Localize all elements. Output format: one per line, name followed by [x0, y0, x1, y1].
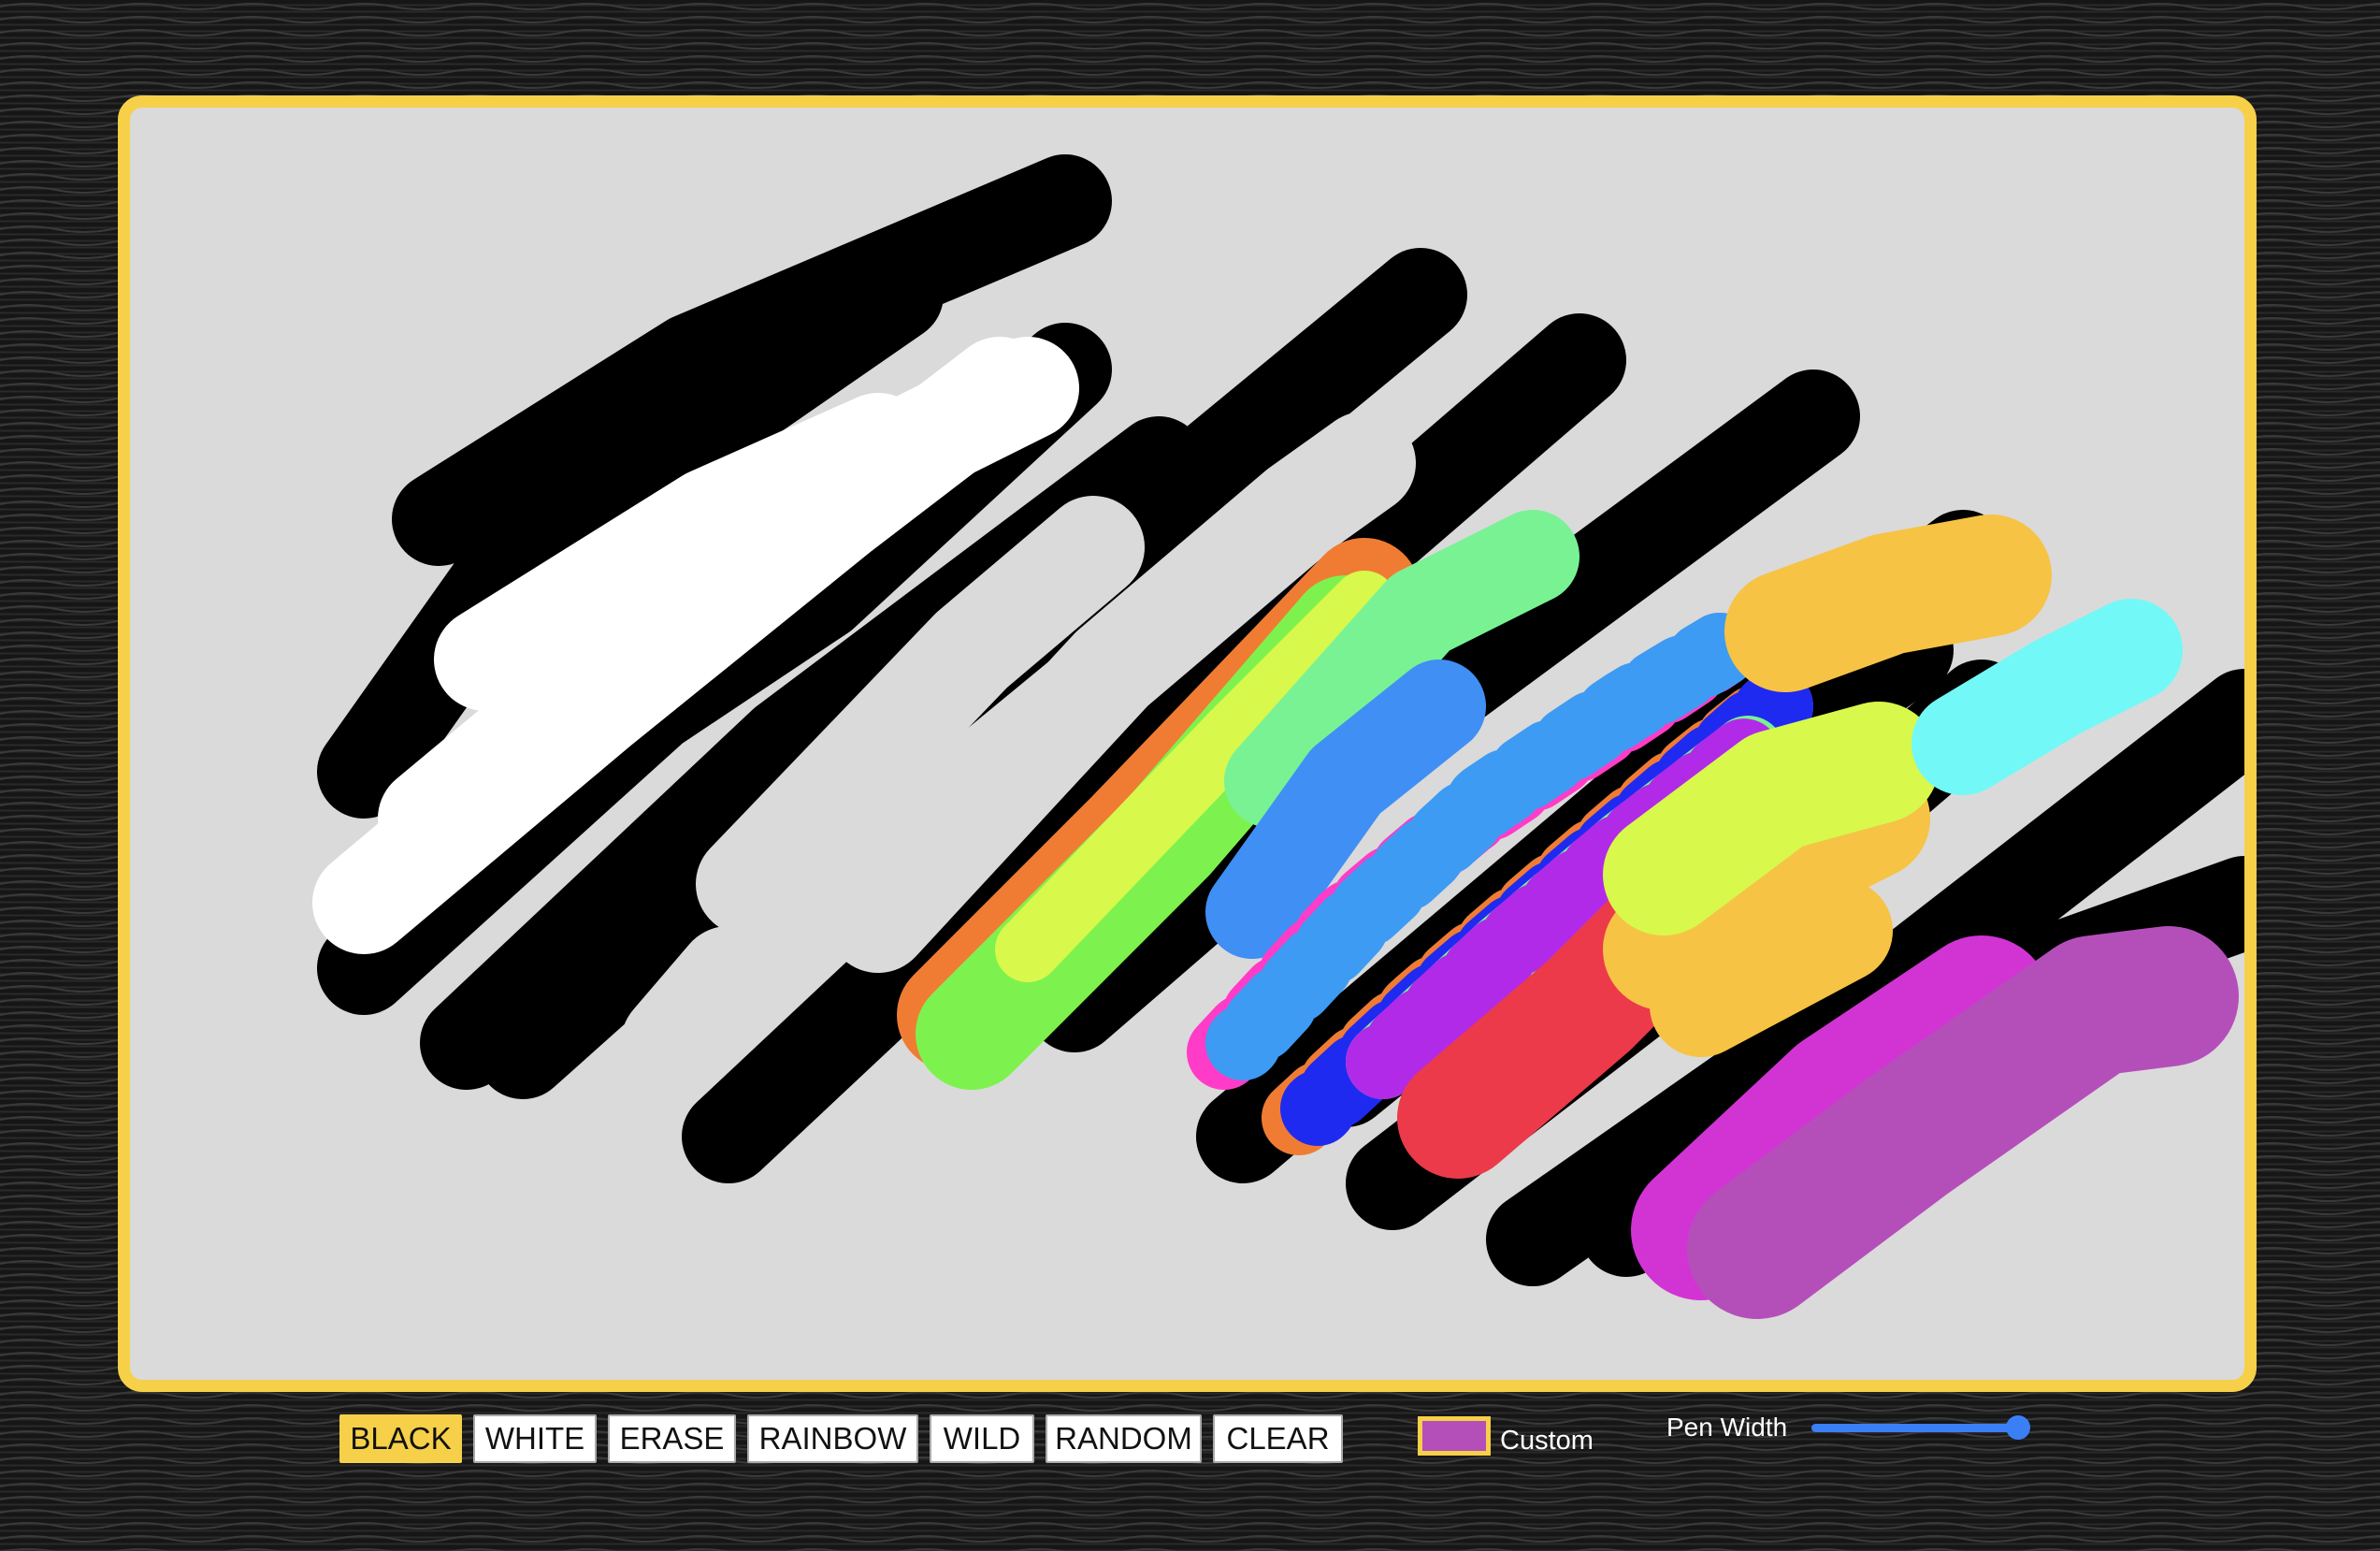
pen-width-label: Pen Width — [1666, 1413, 1788, 1442]
rainbow-button[interactable]: RAINBOW — [747, 1414, 918, 1463]
drawing-canvas[interactable] — [118, 95, 2257, 1392]
custom-label: Custom — [1500, 1426, 1594, 1456]
pen-width-slider[interactable] — [1811, 1413, 2031, 1442]
erase-button[interactable]: ERASE — [608, 1414, 736, 1463]
random-button[interactable]: RANDOM — [1046, 1414, 1202, 1463]
clear-button[interactable]: CLEAR — [1213, 1414, 1343, 1463]
black-button[interactable]: BLACK — [339, 1414, 462, 1463]
pen-width-group: Pen Width — [1666, 1413, 2031, 1442]
wild-button[interactable]: WILD — [930, 1414, 1034, 1463]
pen-width-slider-track[interactable] — [1811, 1424, 2018, 1432]
pen-width-slider-thumb[interactable] — [2006, 1415, 2031, 1440]
color-toolbar: BLACK WHITE ERASE RAINBOW WILD RANDOM CL… — [339, 1413, 1354, 1465]
white-button[interactable]: WHITE — [473, 1414, 597, 1463]
custom-color-swatch[interactable] — [1418, 1415, 1491, 1456]
custom-color-group: Custom — [1418, 1414, 1594, 1457]
